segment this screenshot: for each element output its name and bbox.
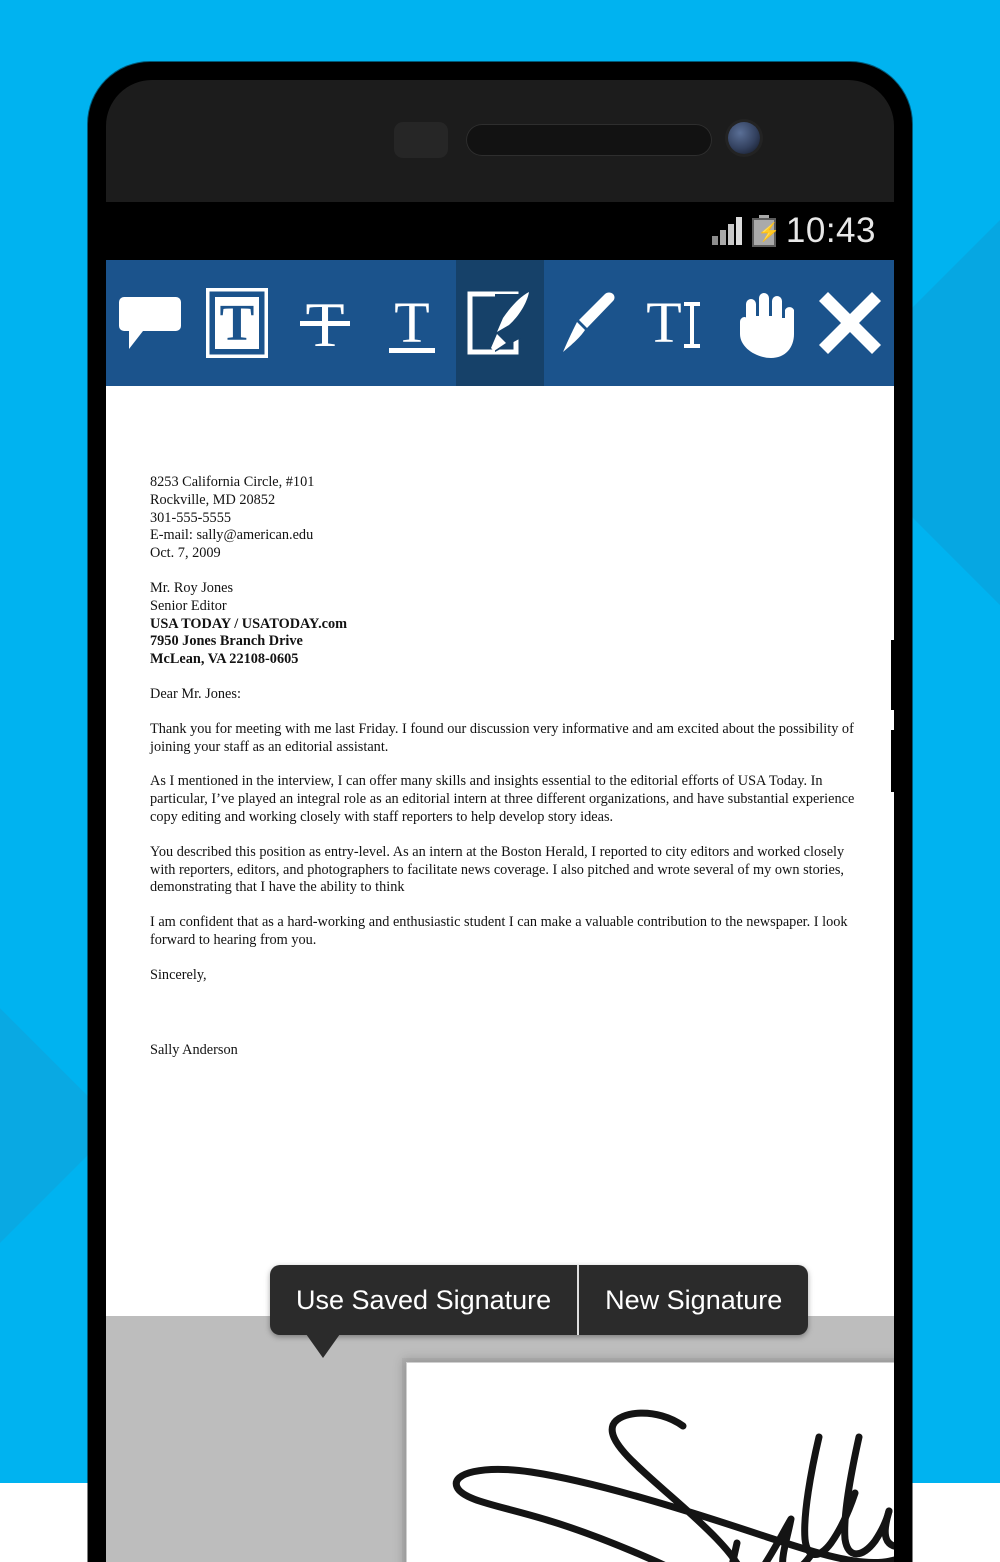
new-signature-button[interactable]: New Signature [579, 1265, 808, 1335]
letter-salutation: Dear Mr. Jones: [150, 686, 858, 704]
hand-pan-icon [732, 288, 794, 358]
signal-bars-icon [712, 217, 742, 245]
earpiece-speaker-icon [466, 124, 712, 156]
tool-highlight[interactable]: T [194, 260, 282, 386]
letter-paragraph: As I mentioned in the interview, I can o… [150, 773, 858, 826]
close-icon [819, 292, 881, 354]
volume-up-button[interactable] [891, 640, 894, 710]
phone-bezel: ⚡ 10:43 T [106, 80, 894, 1562]
document-page: 8253 California Circle, #101 Rockville, … [106, 386, 894, 1316]
status-bar: ⚡ 10:43 [106, 202, 894, 260]
annotation-toolbar: T T T [106, 260, 894, 386]
status-bar-clock: 10:43 [786, 211, 876, 251]
signature-drawing-canvas[interactable]: Sign Here [407, 1363, 894, 1562]
free-text-icon: T [640, 288, 710, 358]
recipient-address-block: Mr. Roy Jones Senior Editor USA TODAY / … [150, 580, 858, 669]
underline-text-icon: T [381, 288, 443, 358]
letter-closing: Sincerely, [150, 967, 858, 985]
letter-content: 8253 California Circle, #101 Rockville, … [150, 474, 858, 1076]
letter-paragraph: You described this position as entry-lev… [150, 844, 858, 897]
tool-strikethrough[interactable]: T [281, 260, 369, 386]
svg-text:T: T [646, 290, 681, 355]
recipient-line: Senior Editor [150, 598, 858, 616]
sender-line: 8253 California Circle, #101 [150, 474, 858, 492]
proximity-sensor-icon [394, 122, 448, 158]
note-icon [119, 295, 181, 351]
tool-note[interactable] [106, 260, 194, 386]
signature-ink-stroke [407, 1363, 894, 1562]
battery-charging-icon: ⚡ [752, 215, 776, 247]
tool-pan[interactable] [719, 260, 807, 386]
svg-text:T: T [395, 290, 430, 355]
paintbrush-icon [557, 288, 619, 358]
tool-underline[interactable]: T [369, 260, 457, 386]
sender-address-block: 8253 California Circle, #101 Rockville, … [150, 474, 858, 563]
charging-bolt-icon: ⚡ [758, 222, 770, 242]
tool-signature[interactable] [456, 260, 544, 386]
recipient-line: USA TODAY / USATODAY.com [150, 616, 858, 634]
sender-line: Oct. 7, 2009 [150, 545, 858, 563]
signature-dialog: Sign Here Cancel [406, 1362, 894, 1562]
volume-down-button[interactable] [891, 730, 894, 792]
use-saved-signature-button[interactable]: Use Saved Signature [270, 1265, 577, 1335]
phone-screen: ⚡ 10:43 T [106, 202, 894, 1562]
popup-pointer [306, 1334, 340, 1358]
letter-paragraph: Thank you for meeting with me last Frida… [150, 721, 858, 757]
letter-signature-name: Sally Anderson [150, 1042, 858, 1060]
sender-line: Rockville, MD 20852 [150, 492, 858, 510]
signature-icon [467, 288, 533, 358]
front-camera-icon [728, 122, 760, 154]
tool-draw[interactable] [544, 260, 632, 386]
letter-paragraph: I am confident that as a hard-working an… [150, 914, 858, 950]
popup-divider [577, 1265, 579, 1335]
strikethrough-text-icon: T [294, 288, 356, 358]
svg-text:T: T [220, 295, 255, 352]
recipient-line: 7950 Jones Branch Drive [150, 633, 858, 651]
highlight-text-icon: T [206, 288, 268, 358]
recipient-line: Mr. Roy Jones [150, 580, 858, 598]
phone-device: ⚡ 10:43 T [88, 62, 912, 1562]
document-viewer[interactable]: 8253 California Circle, #101 Rockville, … [106, 386, 894, 1562]
recipient-line: McLean, VA 22108-0605 [150, 651, 858, 669]
sender-line: 301-555-5555 [150, 510, 858, 528]
signature-popup-menu: Use Saved Signature New Signature [270, 1265, 808, 1335]
tool-free-text[interactable]: T [631, 260, 719, 386]
sender-line: E-mail: sally@american.edu [150, 527, 858, 545]
tool-close[interactable] [807, 260, 895, 386]
